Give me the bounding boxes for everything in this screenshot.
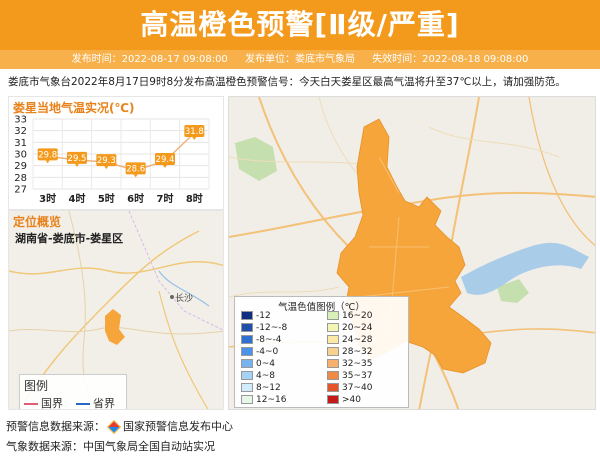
y-tick-label: 31 (14, 138, 27, 149)
legend-label: -12~-8 (256, 323, 288, 333)
y-tick-label: 30 (14, 150, 27, 161)
y-tick-label: 32 (14, 126, 27, 137)
warning-meta-bar: 发布时间：2022-08-17 09:08:00 发布单位：娄底市气象局 失效时… (0, 50, 600, 69)
data-label: 31.8 (185, 127, 204, 137)
legend-item: -12~-8 (241, 323, 287, 333)
warning-center-logo-icon (106, 419, 122, 435)
legend-label: 0~4 (256, 359, 275, 369)
data-label-pointer (104, 166, 109, 170)
y-tick-label: 28 (14, 173, 27, 184)
data-label-pointer (163, 165, 167, 168)
legend-label: -4~0 (256, 347, 279, 357)
legend-label: 28~32 (342, 347, 373, 357)
legend-swatch (241, 347, 253, 356)
legend-swatch (327, 383, 339, 392)
legend-item: 0~4 (241, 359, 275, 369)
legend-label: 20~24 (342, 323, 373, 333)
x-tick-label: 6时 (127, 192, 144, 205)
legend-label: 12~16 (256, 395, 287, 405)
warning-title: 高温橙色预警[Ⅱ级/严重] (0, 0, 600, 50)
legend-item: 37~40 (327, 383, 372, 393)
warning-map: 气温色值图例（℃） -12 16~20 -12~-8 20~24 -8~-4 24~28-… (228, 96, 596, 410)
x-tick-label: 5时 (98, 192, 115, 205)
legend-label: 32~35 (342, 359, 373, 369)
publish-time: 发布时间：2022-08-17 09:08:00 (71, 54, 228, 65)
y-tick-label: 27 (14, 185, 27, 196)
legend-national-border: 国界 (24, 395, 63, 409)
x-tick-label: 8时 (186, 192, 203, 205)
warning-page: 高温橙色预警[Ⅱ级/严重] 发布时间：2022-08-17 09:08:00 发… (0, 0, 600, 471)
x-tick-label: 7时 (157, 192, 174, 205)
legend-swatch (327, 371, 339, 380)
data-label: 29.4 (156, 155, 175, 165)
temperature-panel: 娄星当地气温实况(℃) 33 32 31 30 29 28 27 3时 4时 5时 6时 7时 8时 29… (8, 96, 224, 210)
legend-swatch (327, 311, 339, 320)
legend-swatch (327, 359, 339, 368)
legend-swatch (327, 335, 339, 344)
warning-source-line: 预警信息数据来源： 国家预警信息发布中心 (6, 419, 233, 435)
legend-item: -4~0 (241, 347, 278, 357)
legend-swatch (241, 383, 253, 392)
legend-label: -8~-4 (256, 335, 282, 345)
data-label: 28.6 (126, 164, 145, 174)
expire-time: 失效时间：2022-08-18 09:08:00 (372, 54, 529, 65)
data-label: 29.8 (38, 150, 57, 160)
legend-item: >40 (327, 395, 361, 405)
legend-swatch (241, 395, 253, 404)
x-tick-label: 3时 (39, 192, 56, 205)
x-tick-label: 4时 (69, 192, 86, 205)
legend-item: -12 (241, 311, 271, 321)
legend-label: 16~20 (342, 311, 373, 321)
legend-item: 24~28 (327, 335, 372, 345)
legend-swatch (241, 311, 253, 320)
data-label-pointer (45, 160, 50, 164)
legend-item: 12~16 (241, 395, 286, 405)
location-panel: 定位概览 湖南省-娄底市-娄星区 长沙 图例 国界 省界 (8, 210, 224, 410)
legend-swatch (327, 395, 339, 404)
legend-item: -8~-4 (241, 335, 282, 345)
legend-swatch (241, 371, 253, 380)
warning-source-name: 国家预警信息发布中心 (123, 420, 233, 433)
legend-label: 37~40 (342, 383, 373, 393)
legend-item: 16~20 (327, 311, 372, 321)
legend-provincial-border: 省界 (76, 395, 115, 409)
legend-label: 24~28 (342, 335, 373, 345)
legend-label: 35~37 (342, 371, 373, 381)
legend-label: 4~8 (256, 371, 275, 381)
y-tick-label: 33 (14, 115, 27, 126)
legend-label: >40 (342, 395, 361, 405)
warning-description: 娄底市气象台2022年8月17日9时8分发布高温橙色预警信号：今天白天娄星区最高… (8, 76, 566, 88)
data-label: 29.5 (68, 154, 87, 164)
y-tick-label: 29 (14, 161, 27, 172)
legend-label: 8~12 (256, 383, 281, 393)
data-label-pointer (192, 137, 197, 140)
temperature-color-legend: 气温色值图例（℃） -12 16~20 -12~-8 20~24 -8~-4 24~28-… (234, 296, 409, 408)
temperature-chart: 33323130292827 3时 4时 5时 6时 7时 8时 29.8 29.5 29.3 28… (14, 115, 210, 205)
location-panel-title: 定位概览 (13, 215, 62, 229)
legend-item: 35~37 (327, 371, 372, 381)
city-label-changsha: 长沙 (175, 294, 194, 304)
legend-swatch (241, 359, 253, 368)
legend-swatch (327, 347, 339, 356)
legend-item: 28~32 (327, 347, 372, 357)
legend-item: 20~24 (327, 323, 372, 333)
weather-source-line: 气象数据来源：中国气象局全国自动站实况 (6, 440, 215, 453)
legend-title: 图例 (24, 379, 49, 393)
legend-item: 32~35 (327, 359, 372, 369)
map-legend-boundaries: 图例 国界 省界 (19, 374, 127, 409)
data-label: 29.3 (97, 156, 116, 166)
location-path: 湖南省-娄底市-娄星区 (15, 232, 124, 245)
legend-item: 4~8 (241, 371, 275, 381)
legend-item: 8~12 (241, 383, 281, 393)
publisher: 发布单位：娄底市气象局 (245, 54, 355, 65)
legend-swatch (327, 323, 339, 332)
legend-swatch (241, 335, 253, 344)
legend-label: -12 (256, 311, 271, 321)
legend-swatch (241, 323, 253, 332)
